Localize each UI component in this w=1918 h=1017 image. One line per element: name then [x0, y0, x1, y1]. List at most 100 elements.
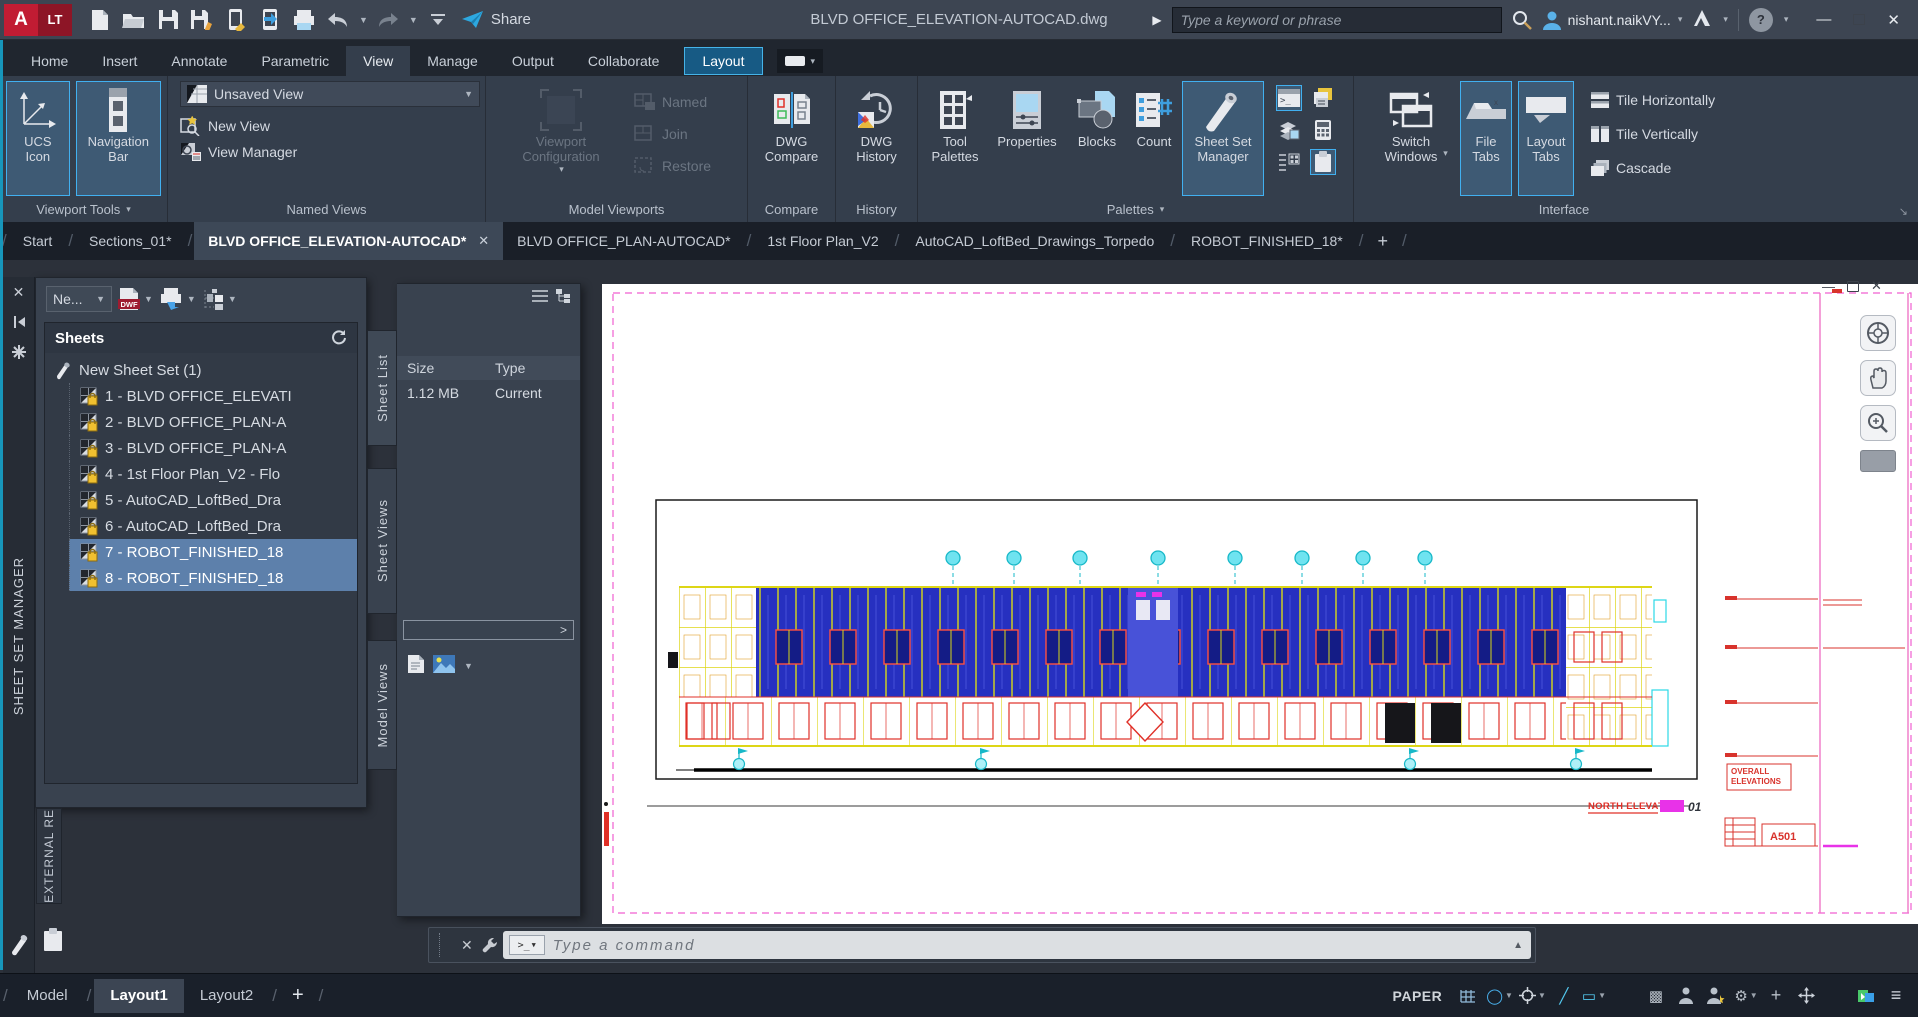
tab-collaborate[interactable]: Collaborate: [571, 46, 677, 76]
markup-sets-mini-icon[interactable]: [1310, 85, 1336, 111]
annotation-autoscale-icon[interactable]: [1704, 983, 1728, 1009]
layout-tabs-toggle[interactable]: Layout Tabs: [1518, 81, 1574, 196]
close-file-tab-icon[interactable]: ✕: [478, 233, 489, 249]
add-annotation-scale-icon[interactable]: +: [1764, 983, 1788, 1009]
sheet-roll-icon[interactable]: [9, 932, 29, 959]
help-button[interactable]: ?: [1749, 8, 1773, 32]
minimize-drawing-icon[interactable]: —: [1822, 279, 1835, 294]
sheet-item-4[interactable]: 4 - 1st Floor Plan_V2 - Flo: [69, 461, 357, 487]
file-tab-loftbed[interactable]: AutoCAD_LoftBed_Drawings_Torpedo: [901, 222, 1168, 260]
tab-insert[interactable]: Insert: [85, 46, 154, 76]
restore-drawing-icon[interactable]: [1847, 281, 1859, 292]
grid-icon[interactable]: [1456, 983, 1480, 1009]
sheet-selections-button[interactable]: ▼: [202, 288, 237, 310]
help-search-input[interactable]: [1172, 7, 1502, 33]
file-tabs-toggle[interactable]: x File Tabs: [1460, 81, 1512, 196]
pan-gesture-icon[interactable]: [1794, 983, 1818, 1009]
details-expand-button[interactable]: >: [403, 620, 574, 640]
panel-label-history[interactable]: History: [836, 196, 917, 222]
selection-cycling-icon[interactable]: ▭▼: [1582, 983, 1606, 1009]
ucs-icon-toggle[interactable]: UCS Icon: [6, 81, 70, 196]
restore-viewports-button[interactable]: Restore: [634, 153, 711, 179]
tab-sheet-list[interactable]: Sheet List: [367, 330, 397, 446]
palette-properties-icon[interactable]: [3, 337, 34, 367]
new-file-icon[interactable]: [86, 6, 114, 34]
autodesk-logo-icon[interactable]: [1692, 9, 1712, 30]
details-preview-icon[interactable]: [433, 655, 455, 676]
snap-mode-icon[interactable]: ◯▼: [1486, 983, 1513, 1009]
sheet-item-3[interactable]: 3 - BLVD OFFICE_PLAN-A: [69, 435, 357, 461]
app-logo[interactable]: A LT: [4, 4, 72, 36]
model-tab[interactable]: Model: [11, 979, 84, 1013]
sheet-item-8-selected[interactable]: 8 - ROBOT_FINISHED_18: [69, 565, 357, 591]
tab-annotate[interactable]: Annotate: [154, 46, 244, 76]
file-tab-floorplan[interactable]: 1st Floor Plan_V2: [753, 222, 892, 260]
command-line-mini-icon[interactable]: >_: [1276, 85, 1302, 111]
sheet-set-manager-button[interactable]: Sheet Set Manager: [1182, 81, 1264, 196]
file-tab-sections[interactable]: Sections_01*: [75, 222, 186, 260]
tile-vertically-button[interactable]: Tile Vertically: [1590, 121, 1715, 147]
panel-label-compare[interactable]: Compare: [748, 196, 835, 222]
tab-home[interactable]: Home: [14, 46, 85, 76]
navigation-bar-toggle[interactable]: Navigation Bar: [76, 81, 161, 196]
plot-icon[interactable]: [290, 6, 318, 34]
tab-layout[interactable]: Layout: [684, 47, 762, 75]
column-header-size[interactable]: Size: [397, 360, 485, 376]
new-layout-button[interactable]: +: [280, 984, 316, 1007]
file-tab-plan[interactable]: BLVD OFFICE_PLAN-AUTOCAD*: [503, 222, 744, 260]
save-to-web-mobile-icon[interactable]: [256, 6, 284, 34]
customize-quick-access-icon[interactable]: [424, 6, 452, 34]
tab-output[interactable]: Output: [495, 46, 571, 76]
tile-horizontally-button[interactable]: Tile Horizontally: [1590, 87, 1715, 113]
named-viewports-button[interactable]: Named: [634, 89, 711, 115]
share-button[interactable]: Share: [462, 10, 531, 30]
column-header-type[interactable]: Type: [485, 360, 525, 376]
plot-she​ets-button[interactable]: ▼: [159, 288, 196, 310]
tool-palettes-button[interactable]: Tool Palettes: [924, 81, 986, 196]
panel-label-interface[interactable]: Interface: [1354, 196, 1774, 222]
blocks-palette-button[interactable]: Blocks: [1068, 81, 1126, 196]
new-file-tab-button[interactable]: +: [1365, 222, 1400, 260]
close-command-bar-icon[interactable]: ✕: [453, 937, 481, 954]
sheet-item-7-selected[interactable]: 7 - ROBOT_FINISHED_18: [69, 539, 357, 565]
panel-label-palettes[interactable]: Palettes▾: [918, 196, 1353, 222]
panel-label-model-viewports[interactable]: Model Viewports: [486, 196, 747, 222]
refresh-icon[interactable]: [331, 329, 347, 348]
tab-manage[interactable]: Manage: [410, 46, 495, 76]
join-viewports-button[interactable]: Join: [634, 121, 711, 147]
tab-view[interactable]: View: [346, 46, 410, 76]
command-history-icon[interactable]: ▲: [1513, 940, 1525, 951]
navigation-wheel-icon[interactable]: [1860, 315, 1896, 351]
sheet-selections-caret-icon[interactable]: ▼: [228, 294, 237, 304]
redo-dropdown-icon[interactable]: ▼: [409, 15, 418, 25]
command-input-area[interactable]: >_▼ ▲: [503, 931, 1531, 959]
paper-space-toggle[interactable]: PAPER: [1393, 988, 1443, 1004]
annotation-visibility-icon[interactable]: [1674, 983, 1698, 1009]
ortho-mode-icon[interactable]: ╱: [1552, 983, 1576, 1009]
file-tab-start[interactable]: Start: [9, 222, 67, 260]
minimize-window-icon[interactable]: —: [1816, 11, 1831, 28]
view-dropdown[interactable]: Unsaved View ▼: [180, 81, 480, 107]
switch-windows-button[interactable]: Switch Windows ▾: [1368, 81, 1454, 196]
search-history-arrow-icon[interactable]: ▶: [1152, 13, 1161, 27]
sheet-stack-mini-icon[interactable]: [1276, 117, 1302, 143]
file-tab-robot[interactable]: ROBOT_FINISHED_18*: [1177, 222, 1357, 260]
customize-menu-icon[interactable]: ≡: [1884, 983, 1908, 1009]
undo-dropdown-icon[interactable]: ▼: [359, 15, 368, 25]
command-bar-grip[interactable]: [439, 933, 453, 957]
save-icon[interactable]: [154, 6, 182, 34]
sheet-set-open-dropdown[interactable]: Ne...▼: [46, 286, 112, 312]
zoom-icon[interactable]: [1860, 405, 1896, 441]
sheet-set-root[interactable]: New Sheet Set (1): [51, 357, 357, 383]
view-manager-button[interactable]: View Manager: [180, 139, 479, 165]
navigation-bar-footer[interactable]: [1860, 450, 1896, 472]
layout1-tab[interactable]: Layout1: [94, 979, 184, 1013]
search-icon[interactable]: [1512, 10, 1532, 30]
autodesk-dropdown-icon[interactable]: ▾: [1723, 14, 1728, 25]
detail-tree-view-icon[interactable]: [556, 289, 572, 306]
tab-model-views[interactable]: Model Views: [367, 640, 397, 770]
tab-parametric[interactable]: Parametric: [244, 46, 346, 76]
command-prompt-icon[interactable]: >_▼: [509, 935, 545, 955]
sheet-item-2[interactable]: 2 - BLVD OFFICE_PLAN-A: [69, 409, 357, 435]
properties-palette-button[interactable]: Properties: [988, 81, 1066, 196]
